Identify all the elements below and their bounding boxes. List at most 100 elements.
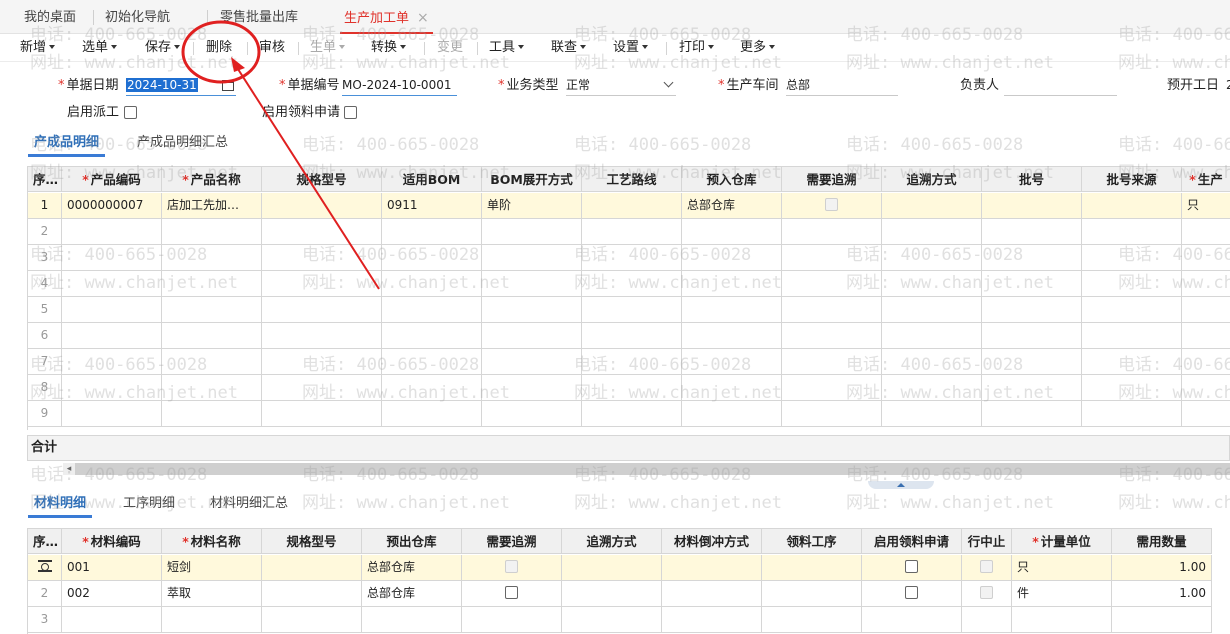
row-checkbox[interactable] (505, 560, 518, 573)
material-table-cell[interactable]: 002 (62, 581, 162, 607)
product-table-cell[interactable] (582, 271, 682, 297)
product-table-cell[interactable] (1082, 349, 1182, 375)
product-table-cell[interactable] (62, 219, 162, 245)
product-table-cell[interactable] (682, 245, 782, 271)
material-column-header[interactable]: 规格型号 (262, 528, 362, 554)
tab-product-summary[interactable]: 产成品明细汇总 (137, 131, 228, 157)
product-table-cell[interactable] (982, 245, 1082, 271)
material-column-header[interactable]: 领料工序 (762, 528, 862, 554)
row-checkbox[interactable] (905, 586, 918, 599)
product-table-cell[interactable] (1182, 401, 1230, 427)
material-table-cell[interactable] (462, 555, 562, 581)
material-table-cell[interactable]: 只 (1012, 555, 1112, 581)
product-table-cell[interactable] (782, 219, 882, 245)
product-table-cell[interactable] (482, 219, 582, 245)
material-table-cell[interactable] (762, 581, 862, 607)
tab-product-detail[interactable]: 产成品明细 (28, 131, 106, 157)
material-table-cell[interactable] (662, 581, 762, 607)
dispatch-checkbox[interactable] (124, 106, 137, 119)
product-table-cell[interactable] (482, 349, 582, 375)
owner-field[interactable] (1004, 76, 1117, 96)
product-column-header[interactable]: 规格型号 (262, 166, 382, 192)
material-table-cell[interactable] (862, 555, 962, 581)
product-table-cell[interactable] (62, 271, 162, 297)
material-table-cell[interactable] (62, 607, 162, 633)
product-column-header[interactable]: 需要追溯 (782, 166, 882, 192)
product-table-cell[interactable] (782, 323, 882, 349)
product-table-cell[interactable] (62, 401, 162, 427)
product-table-cell[interactable] (682, 349, 782, 375)
product-table-cell[interactable] (782, 375, 882, 401)
generate-order-button[interactable]: 生单 (310, 34, 346, 62)
product-table-cell[interactable] (382, 245, 482, 271)
product-table-cell[interactable] (482, 297, 582, 323)
product-table-cell[interactable] (682, 219, 782, 245)
product-table-cell[interactable] (782, 297, 882, 323)
convert-button[interactable]: 转换 (371, 34, 407, 62)
row-checkbox[interactable] (905, 560, 918, 573)
product-table-cell[interactable] (1182, 271, 1230, 297)
material-table-cell[interactable]: 1.00 (1112, 581, 1212, 607)
product-table-cell[interactable] (982, 193, 1082, 219)
product-table-cell[interactable] (582, 375, 682, 401)
material-table-cell[interactable]: 萃取 (162, 581, 262, 607)
more-button[interactable]: 更多 (740, 34, 776, 62)
material-column-header[interactable]: 材料倒冲方式 (662, 528, 762, 554)
product-table-cell[interactable] (882, 375, 982, 401)
tab-material-detail[interactable]: 材料明细 (28, 492, 93, 518)
product-table-cell[interactable] (1082, 219, 1182, 245)
scroll-left-icon[interactable]: ◂ (63, 463, 75, 475)
material-column-header[interactable]: 需要追溯 (462, 528, 562, 554)
material-table-row[interactable]: 001 短剑 总部仓库 只 1.00 (28, 555, 1212, 581)
horizontal-scrollbar[interactable] (63, 463, 1230, 475)
product-table-cell[interactable] (582, 193, 682, 219)
product-table-cell[interactable] (682, 375, 782, 401)
material-table-row[interactable]: 3 (28, 607, 1212, 633)
material-table-cell[interactable] (462, 581, 562, 607)
product-table-cell[interactable] (582, 323, 682, 349)
product-table-cell[interactable] (262, 271, 382, 297)
product-table-cell[interactable] (882, 271, 982, 297)
code-field[interactable]: MO-2024-10-0001 (342, 76, 457, 96)
product-table-cell[interactable] (582, 297, 682, 323)
product-table-cell[interactable] (62, 297, 162, 323)
product-table-cell[interactable] (382, 349, 482, 375)
product-table-row[interactable]: 6 (28, 323, 1230, 349)
product-table-cell[interactable]: 单阶 (482, 193, 582, 219)
product-table-cell[interactable] (382, 271, 482, 297)
product-table-cell[interactable] (262, 375, 382, 401)
material-table-cell[interactable]: 短剑 (162, 555, 262, 581)
product-table-cell[interactable] (582, 219, 682, 245)
material-column-header[interactable]: 启用领料申请 (862, 528, 962, 554)
material-table-cell[interactable] (1112, 607, 1212, 633)
product-table-cell[interactable] (1082, 271, 1182, 297)
product-table-cell[interactable] (682, 401, 782, 427)
tab-desktop[interactable]: 我的桌面 (24, 0, 76, 34)
product-table-cell[interactable] (162, 323, 262, 349)
select-order-button[interactable]: 选单 (82, 34, 118, 62)
product-table-cell[interactable] (982, 349, 1082, 375)
product-table-cell[interactable]: 店加工先加… (162, 193, 262, 219)
material-table-cell[interactable] (162, 607, 262, 633)
product-table-cell[interactable] (162, 401, 262, 427)
product-table-cell[interactable] (782, 401, 882, 427)
material-table-cell[interactable] (362, 607, 462, 633)
product-table-cell[interactable] (882, 349, 982, 375)
product-table-cell[interactable] (682, 271, 782, 297)
product-table-cell[interactable]: 0911 (382, 193, 482, 219)
product-table-cell[interactable] (982, 271, 1082, 297)
print-button[interactable]: 打印 (679, 34, 715, 62)
row-settings-icon[interactable] (37, 560, 52, 572)
material-table-cell[interactable] (562, 607, 662, 633)
product-table-cell[interactable] (882, 219, 982, 245)
material-table-cell[interactable] (662, 607, 762, 633)
row-checkbox[interactable] (980, 560, 993, 573)
apply-checkbox[interactable] (344, 106, 357, 119)
product-table-cell[interactable] (62, 349, 162, 375)
product-column-header[interactable]: 适用BOM (382, 166, 482, 192)
product-table-cell[interactable] (782, 245, 882, 271)
product-table-cell[interactable] (1082, 193, 1182, 219)
product-table-cell[interactable] (482, 245, 582, 271)
product-table-cell[interactable] (262, 297, 382, 323)
tab-retail-batch-out[interactable]: 零售批量出库 (220, 0, 298, 34)
